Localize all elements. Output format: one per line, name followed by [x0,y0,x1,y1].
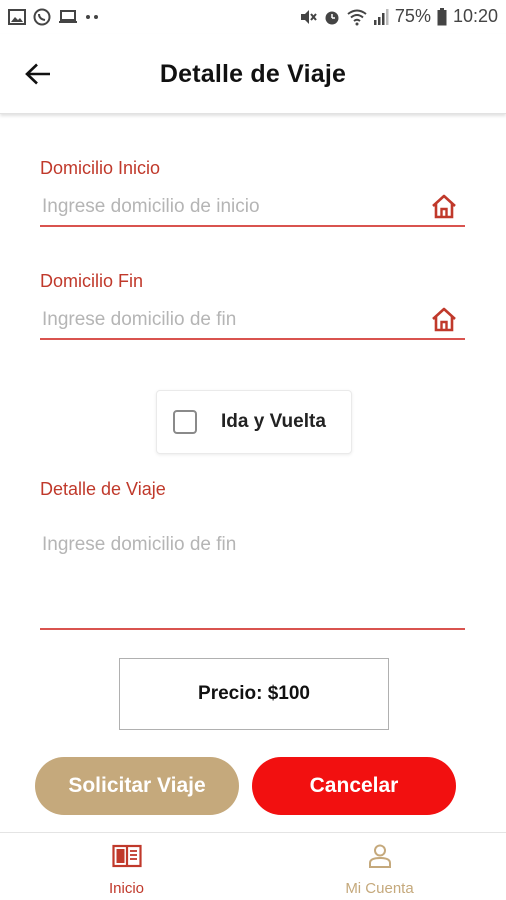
status-bar-right: 75% 10:20 [299,6,498,27]
start-address-field: Domicilio Inicio [40,158,465,227]
start-address-row [40,191,465,227]
person-icon [368,844,391,868]
status-bar: 75% 10:20 [0,0,506,34]
wifi-icon [347,9,367,25]
status-bar-left [8,8,99,26]
trip-detail-row [40,530,465,630]
alarm-icon [325,11,339,24]
home-icon[interactable] [431,306,457,332]
laptop-icon [59,10,77,23]
battery-icon [437,7,447,25]
end-address-input[interactable] [40,304,420,336]
end-address-label: Domicilio Fin [40,271,144,291]
round-trip-checkbox[interactable]: Ida y Vuelta [156,390,352,454]
round-trip-checkbox-box[interactable] [173,410,197,434]
start-address-label: Domicilio Inicio [40,158,161,178]
trip-detail-label: Detalle de Viaje [40,479,166,499]
request-trip-button-label: Solicitar Viaje [68,774,206,797]
trip-detail-field: Detalle de Viaje [40,479,465,630]
page-title: Detalle de Viaje [159,60,347,88]
price-display: Precio: $100 [119,658,389,730]
trip-detail-input[interactable] [40,530,420,590]
nav-item-mi-cuenta[interactable]: Mi Cuenta [253,833,506,900]
home-icon[interactable] [431,193,457,219]
price-text: Precio: $100 [198,683,310,704]
request-trip-button[interactable]: Solicitar Viaje [35,757,239,815]
cancel-button-label: Cancelar [309,774,399,797]
end-address-field: Domicilio Fin [40,271,465,340]
image-icon [8,9,26,25]
battery-percent: 75% [394,6,431,26]
end-address-row [40,304,465,340]
book-icon [111,844,142,868]
start-address-input[interactable] [40,191,420,223]
more-dots-icon [86,15,98,19]
mute-icon [300,9,317,24]
round-trip-label: Ida y Vuelta [221,411,326,432]
app-header: Detalle de Viaje [0,34,506,114]
whatsapp-icon [33,8,51,26]
cancel-button[interactable]: Cancelar [252,757,456,815]
nav-label-mi-cuenta: Mi Cuenta [345,880,414,897]
clock: 10:20 [452,6,498,26]
nav-label-inicio: Inicio [108,880,145,897]
signal-icon [373,8,389,25]
nav-item-inicio[interactable]: Inicio [0,833,253,900]
bottom-nav: Inicio Mi Cuenta [0,832,506,900]
